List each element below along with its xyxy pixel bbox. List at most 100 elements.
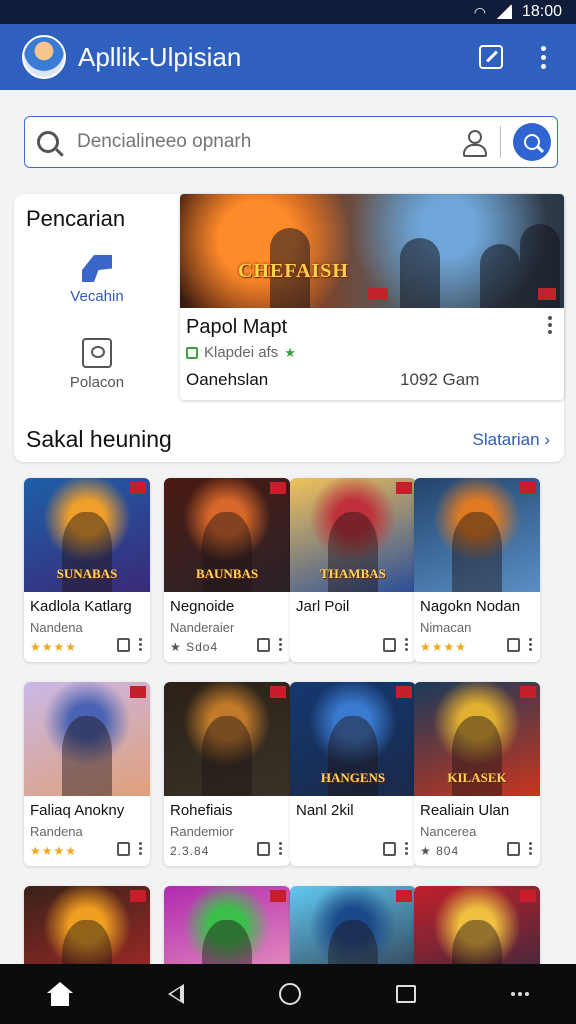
featured-app-developer: Oanehslan [186,370,269,389]
age-badge [130,686,146,698]
app-logo: BAUNBAS [195,566,259,581]
age-badge [396,890,412,902]
category-label: Vecahin [70,288,124,305]
app-card[interactable]: SUNABAS Kadlola Katlarg Nandena ★★★★ [24,478,150,662]
bag-icon [82,338,112,368]
app-name: Faliaq Anokny [30,802,125,819]
category-item[interactable]: Polacon [14,338,180,391]
app-logo: KILASEK [447,770,507,785]
category-item[interactable]: Vecahin [14,252,180,305]
bookmark-icon[interactable] [257,638,270,652]
age-badge [270,890,286,902]
age-badge [130,482,146,494]
app-rating: ★★★★ [420,640,468,654]
featured-app-card[interactable]: CHEFAISH Papol Mapt Klapdei afs ★ Oanehs… [180,194,564,400]
more-vert-icon [540,45,546,69]
app-logo: HANGENS [320,770,386,785]
bookmark-icon[interactable] [117,638,130,652]
app-developer: Randena [30,824,83,839]
search-icon [37,131,59,153]
system-nav-bar [0,964,576,1024]
app-thumbnail: THAMBAS [290,478,416,592]
app-logo: SUNABAS [56,566,118,581]
more-vert-icon[interactable] [139,638,142,651]
bookmark-icon[interactable] [117,842,130,856]
app-name: Rohefiais [170,802,233,819]
age-badge [520,686,536,698]
app-rating: ★ Sdo4 [170,640,219,654]
home-icon[interactable] [47,982,74,1006]
app-thumbnail: HANGENS [290,682,416,796]
person-icon[interactable] [462,129,488,157]
divider [500,126,501,158]
app-developer: Nanderaier [170,620,235,635]
app-name: Jarl Poil [296,598,350,615]
category-label: Polacon [69,374,125,391]
app-name: Nagokn Nodan [420,598,521,615]
bookmark-icon[interactable] [383,842,396,856]
edit-button[interactable] [476,42,506,72]
app-card[interactable]: THAMBAS Jarl Poil [290,478,416,662]
more-vert-icon[interactable] [405,638,408,651]
rating-badge-icon [186,346,198,359]
app-thumbnail: SUNABAS [24,478,150,592]
bookmark-icon[interactable] [507,842,520,856]
status-time: 18:00 [521,3,562,20]
category-heading: Pencarian [26,206,126,231]
app-developer: Randemior [170,824,234,839]
app-name: Nanl 2kil [296,802,354,819]
section-title: Sakal heuning [26,426,172,452]
category-panel: Pencarian Vecahin Polacon [14,194,180,414]
recents-icon[interactable] [395,985,416,1003]
app-card[interactable]: Faliaq Anokny Randena ★★★★ [24,682,150,866]
more-vert-icon[interactable] [405,842,408,855]
search-bar [24,116,558,168]
avatar[interactable] [22,35,66,79]
app-card[interactable]: Nagokn Nodan Nimacan ★★★★ [414,478,540,662]
more-horiz-icon[interactable] [510,992,529,996]
age-badge [396,686,412,698]
tag-icon [82,255,112,282]
bookmark-icon[interactable] [507,638,520,652]
age-badge [396,482,412,494]
signal-icon [495,5,512,19]
app-card[interactable]: BAUNBAS Negnoide Nanderaier ★ Sdo4 [164,478,290,662]
more-vert-icon[interactable] [529,638,532,651]
age-badge [270,686,286,698]
bookmark-icon[interactable] [383,638,396,652]
app-thumbnail [164,682,290,796]
more-vert-icon[interactable] [139,842,142,855]
more-vert-icon[interactable] [279,638,282,651]
app-rating: 2.3.84 [170,844,210,858]
age-badge [130,890,146,902]
home-button-icon[interactable] [278,983,301,1005]
edit-icon [479,45,503,69]
app-developer: Nandena [30,620,83,635]
overflow-menu-button[interactable] [528,42,558,72]
search-input[interactable] [77,131,462,153]
app-thumbnail: BAUNBAS [164,478,290,592]
section-see-all-link[interactable]: Slatarian › [473,430,551,450]
back-icon[interactable] [168,984,185,1004]
more-vert-icon[interactable] [279,842,282,855]
more-vert-icon[interactable] [548,316,552,334]
banner-logo: CHEFAISH [238,260,349,282]
featured-banner: CHEFAISH [180,194,564,308]
app-rating: ★ 804 [420,844,460,858]
app-rating: ★★★★ [30,844,78,858]
app-name: Kadlola Katlarg [30,598,132,615]
app-thumbnail: KILASEK [414,682,540,796]
app-bar: Apllik-Ulpisian [0,24,576,90]
search-button[interactable] [513,123,551,161]
app-card[interactable]: Rohefiais Randemior 2.3.84 [164,682,290,866]
app-card[interactable]: KILASEK Realiain Ulan Nancerea ★ 804 [414,682,540,866]
more-vert-icon[interactable] [529,842,532,855]
app-thumbnail [414,478,540,592]
bookmark-icon[interactable] [257,842,270,856]
search-icon [524,134,540,150]
star-icon: ★ [284,344,296,360]
featured-app-meta: Klapdei afs ★ [186,344,296,361]
app-thumbnail [24,682,150,796]
app-card[interactable]: HANGENS Nanl 2kil [290,682,416,866]
featured-app-size: 1092 Gam [400,370,480,389]
